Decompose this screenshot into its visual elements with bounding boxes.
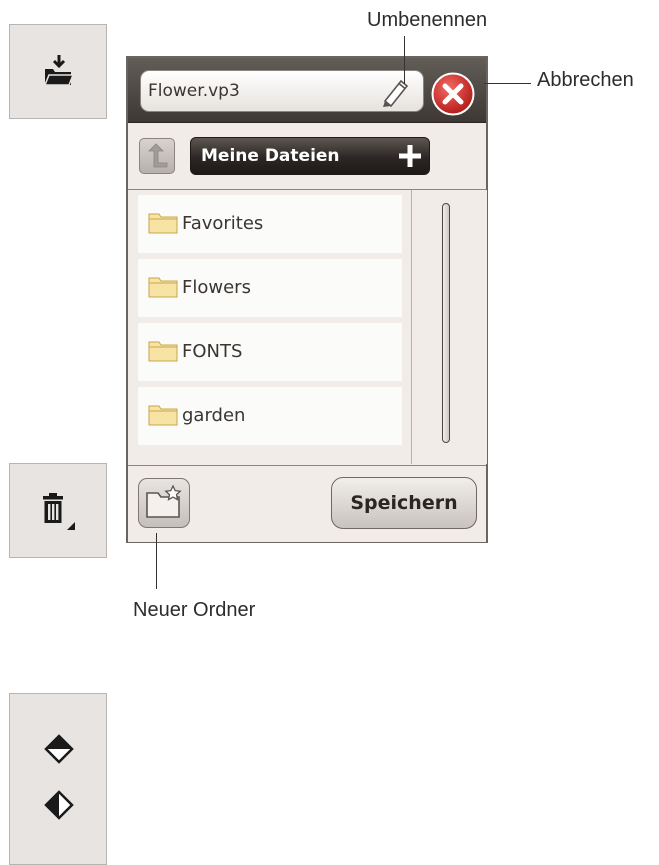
file-list: Favorites Flowers FONTS garden <box>128 190 410 464</box>
new-folder-button[interactable] <box>138 478 190 528</box>
current-folder-button[interactable]: Meine Dateien <box>190 137 430 175</box>
dialog-footer: Speichern <box>128 465 486 542</box>
current-folder-label: Meine Dateien <box>201 146 340 166</box>
list-item-label: Flowers <box>182 277 251 298</box>
scrollbar[interactable] <box>442 203 450 443</box>
list-item[interactable]: Flowers <box>138 259 402 317</box>
list-item-label: garden <box>182 405 246 426</box>
save-dialog: Flower.vp3 Meine Dateien Favorites Flowe… <box>126 56 488 543</box>
list-item-label: Favorites <box>182 213 264 234</box>
delete-trash-icon <box>43 493 75 530</box>
pencil-icon[interactable] <box>379 77 411 107</box>
list-item[interactable]: FONTS <box>138 323 402 381</box>
folder-up-button[interactable] <box>139 138 175 174</box>
scroll-area <box>411 190 487 464</box>
new-folder-callout-line <box>156 533 157 589</box>
load-folder-icon <box>43 55 75 86</box>
fill-tools-panel <box>9 693 107 865</box>
cancel-button[interactable] <box>431 72 475 116</box>
plus-icon <box>399 145 421 167</box>
delete-button[interactable] <box>9 463 107 558</box>
dialog-header: Flower.vp3 <box>128 58 486 123</box>
fill-half-diamond-icon[interactable] <box>44 790 74 820</box>
fill-top-diamond-icon[interactable] <box>44 734 74 764</box>
list-item[interactable]: garden <box>138 387 402 445</box>
new-folder-callout: Neuer Ordner <box>133 599 256 621</box>
load-button[interactable] <box>9 24 107 119</box>
cancel-callout: Abbrechen <box>537 69 634 91</box>
new-folder-icon <box>146 485 182 518</box>
cancel-callout-line <box>484 83 531 84</box>
rename-callout-line <box>404 36 405 84</box>
rename-callout: Umbenennen <box>367 9 488 31</box>
list-item[interactable]: Favorites <box>138 195 402 253</box>
folder-icon <box>148 405 178 426</box>
arrow-up-icon <box>148 143 168 168</box>
folder-icon <box>148 213 178 234</box>
filename-text: Flower.vp3 <box>148 81 240 101</box>
list-item-label: FONTS <box>182 341 243 362</box>
save-button[interactable]: Speichern <box>331 477 477 529</box>
path-bar: Meine Dateien <box>128 123 486 190</box>
folder-icon <box>148 341 178 362</box>
folder-icon <box>148 277 178 298</box>
filename-field[interactable]: Flower.vp3 <box>140 70 424 112</box>
